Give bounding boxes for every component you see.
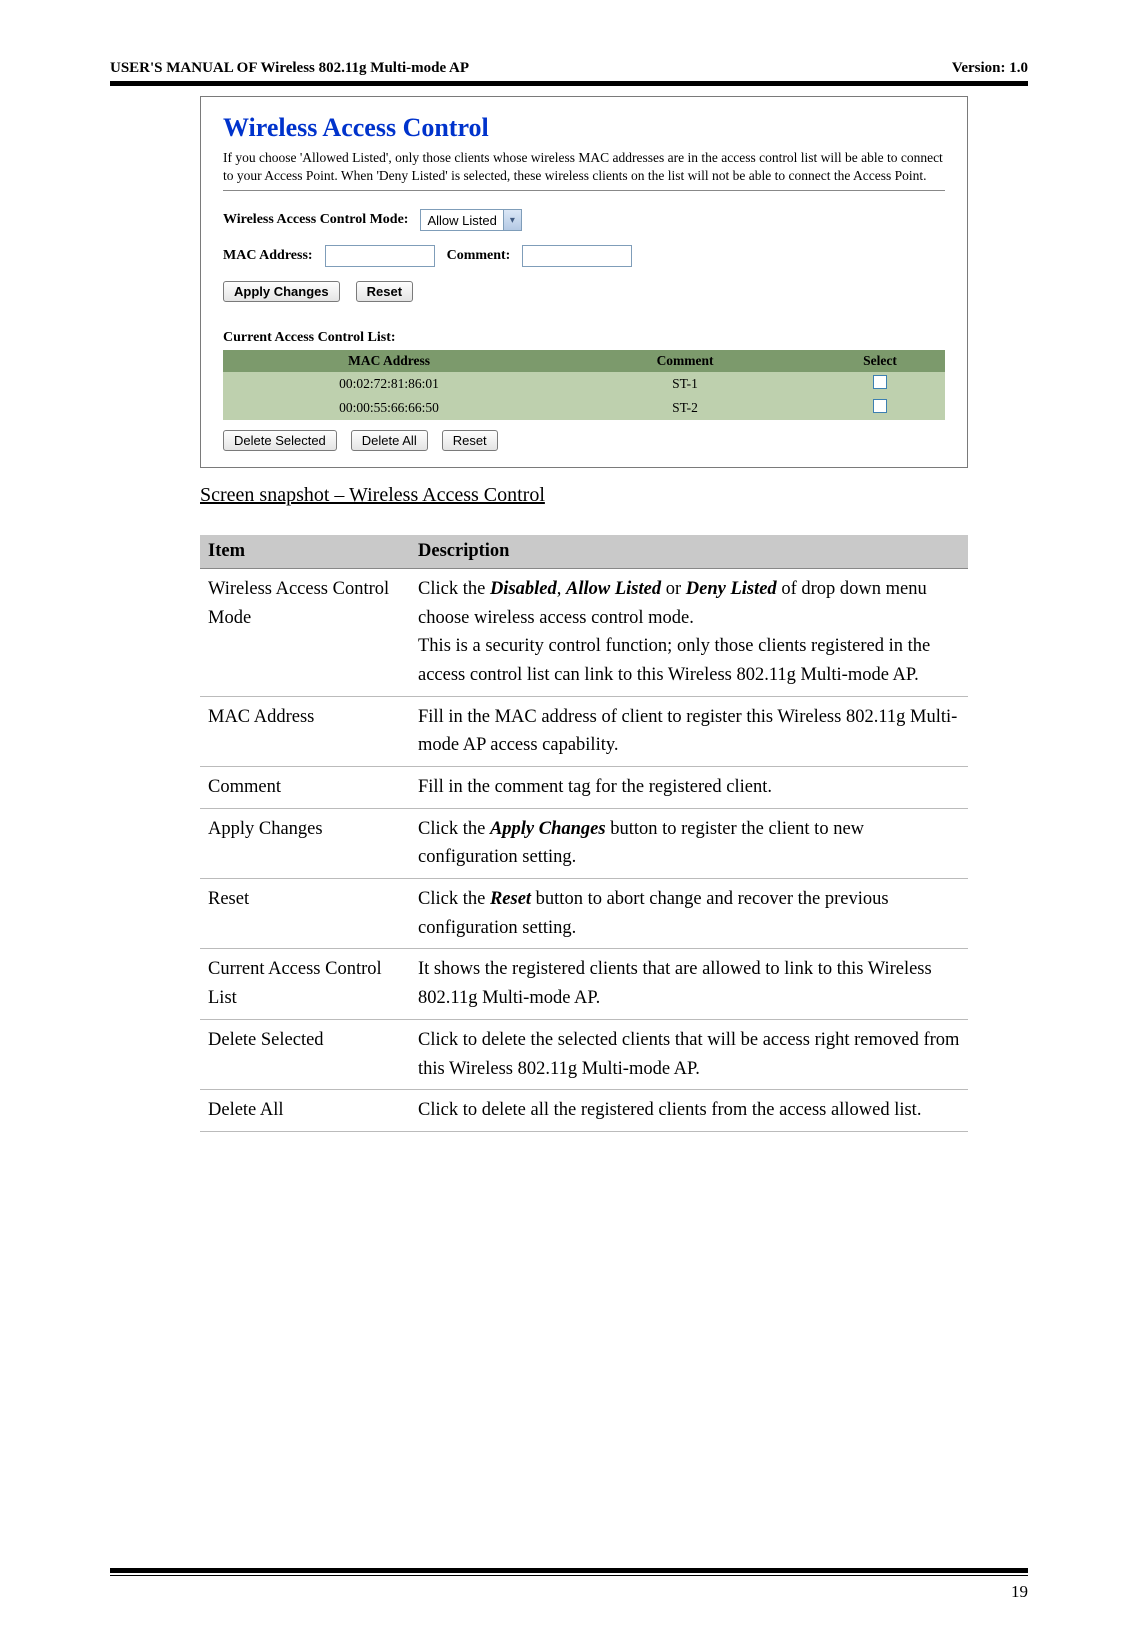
desc-item: Comment xyxy=(200,767,410,809)
col-header-mac: MAC Address xyxy=(223,350,555,372)
desc-item: Current Access Control List xyxy=(200,949,410,1019)
footer-divider-thick xyxy=(110,1568,1028,1573)
desc-text: Click the Reset button to abort change a… xyxy=(410,879,968,949)
apply-changes-button[interactable]: Apply Changes xyxy=(223,281,340,302)
mac-input[interactable] xyxy=(325,245,435,267)
desc-text: Fill in the MAC address of client to reg… xyxy=(410,696,968,766)
page-number: 19 xyxy=(110,1582,1028,1602)
col-header-comment: Comment xyxy=(555,350,815,372)
col-header-select: Select xyxy=(815,350,945,372)
desc-row: Delete SelectedClick to delete the selec… xyxy=(200,1019,968,1089)
cell-comment: ST-2 xyxy=(555,396,815,420)
desc-text: Click to delete all the registered clien… xyxy=(410,1090,968,1132)
desc-row: ResetClick the Reset button to abort cha… xyxy=(200,879,968,949)
screenshot-panel: Wireless Access Control If you choose 'A… xyxy=(200,96,968,468)
desc-item: MAC Address xyxy=(200,696,410,766)
description-table: Item Description Wireless Access Control… xyxy=(200,535,968,1132)
mac-comment-row: MAC Address: Comment: xyxy=(223,245,945,267)
mode-label: Wireless Access Control Mode: xyxy=(223,212,408,228)
mac-label: MAC Address: xyxy=(223,248,313,264)
cell-mac: 00:02:72:81:86:01 xyxy=(223,372,555,396)
panel-divider xyxy=(223,190,945,191)
desc-text: It shows the registered clients that are… xyxy=(410,949,968,1019)
cell-select xyxy=(815,396,945,420)
checkbox[interactable] xyxy=(873,399,887,413)
delete-selected-button[interactable]: Delete Selected xyxy=(223,430,337,451)
desc-header-description: Description xyxy=(410,535,968,569)
header-right: Version: 1.0 xyxy=(952,60,1028,77)
desc-item: Apply Changes xyxy=(200,808,410,878)
header-left: USER'S MANUAL OF Wireless 802.11g Multi-… xyxy=(110,60,469,77)
comment-input[interactable] xyxy=(522,245,632,267)
chevron-down-icon: ▾ xyxy=(503,210,521,230)
mode-select[interactable]: Allow Listed ▾ xyxy=(420,209,521,231)
cell-select xyxy=(815,372,945,396)
desc-header-item: Item xyxy=(200,535,410,569)
mode-select-value: Allow Listed xyxy=(421,213,502,228)
screenshot-caption: Screen snapshot – Wireless Access Contro… xyxy=(200,484,1028,507)
desc-text: Click the Apply Changes button to regist… xyxy=(410,808,968,878)
control-list-table: MAC Address Comment Select 00:02:72:81:8… xyxy=(223,350,945,420)
desc-item: Delete All xyxy=(200,1090,410,1132)
table-row: 00:00:55:66:66:50 ST-2 xyxy=(223,396,945,420)
mode-row: Wireless Access Control Mode: Allow List… xyxy=(223,209,945,231)
desc-text: Fill in the comment tag for the register… xyxy=(410,767,968,809)
desc-row: CommentFill in the comment tag for the r… xyxy=(200,767,968,809)
panel-description: If you choose 'Allowed Listed', only tho… xyxy=(223,149,945,184)
footer-divider-thin xyxy=(110,1575,1028,1576)
cell-mac: 00:00:55:66:66:50 xyxy=(223,396,555,420)
desc-row: Apply ChangesClick the Apply Changes but… xyxy=(200,808,968,878)
desc-text: Click the Disabled, Allow Listed or Deny… xyxy=(410,569,968,697)
cell-comment: ST-1 xyxy=(555,372,815,396)
desc-item: Reset xyxy=(200,879,410,949)
panel-title: Wireless Access Control xyxy=(223,113,945,143)
table-row: 00:02:72:81:86:01 ST-1 xyxy=(223,372,945,396)
desc-row: MAC AddressFill in the MAC address of cl… xyxy=(200,696,968,766)
desc-row: Delete AllClick to delete all the regist… xyxy=(200,1090,968,1132)
reset-button-2[interactable]: Reset xyxy=(442,430,498,451)
comment-label: Comment: xyxy=(447,248,511,264)
control-list-title: Current Access Control List: xyxy=(223,330,945,346)
desc-item: Delete Selected xyxy=(200,1019,410,1089)
header-divider xyxy=(110,81,1028,86)
reset-button[interactable]: Reset xyxy=(356,281,413,302)
desc-row: Wireless Access Control ModeClick the Di… xyxy=(200,569,968,697)
desc-item: Wireless Access Control Mode xyxy=(200,569,410,697)
checkbox[interactable] xyxy=(873,375,887,389)
desc-row: Current Access Control ListIt shows the … xyxy=(200,949,968,1019)
delete-all-button[interactable]: Delete All xyxy=(351,430,428,451)
desc-text: Click to delete the selected clients tha… xyxy=(410,1019,968,1089)
